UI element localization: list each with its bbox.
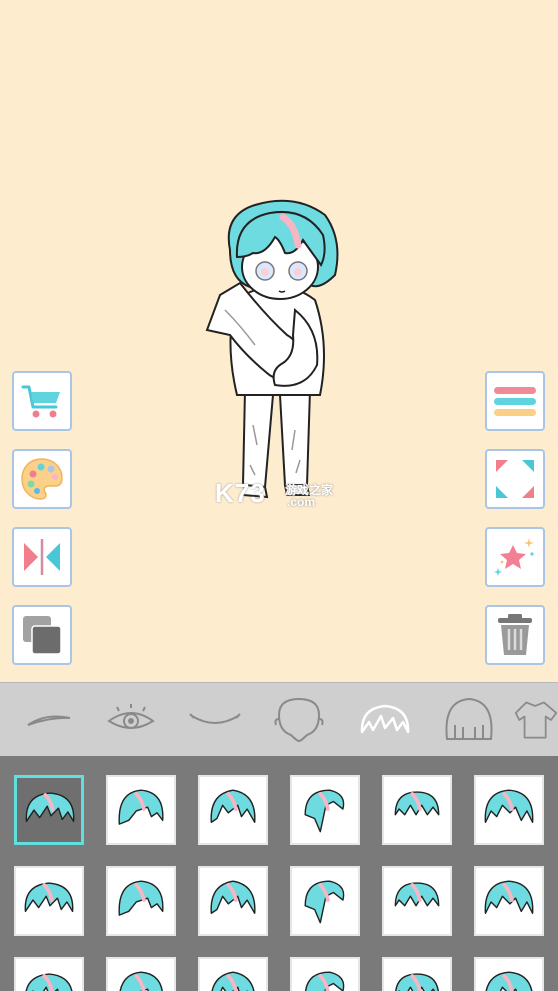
hair-style-icon — [25, 973, 73, 991]
hair-style-icon — [119, 971, 163, 991]
watermark-domain: .com — [287, 495, 316, 509]
hair-style-item[interactable] — [14, 866, 84, 936]
hair-style-item[interactable] — [290, 957, 360, 991]
layer-button[interactable] — [12, 605, 72, 665]
watermark-logo: K73 — [215, 478, 266, 508]
tab-face[interactable] — [260, 683, 338, 757]
hair-style-item[interactable] — [474, 866, 544, 936]
expand-icon — [496, 460, 534, 498]
hair-style-icon — [485, 971, 533, 991]
delete-button[interactable] — [485, 605, 545, 665]
hair-style-icon — [24, 882, 74, 913]
hair-style-item[interactable] — [290, 775, 360, 845]
tab-eyebrows[interactable] — [10, 683, 88, 757]
hair-style-item[interactable] — [14, 957, 84, 991]
hair-style-icon — [304, 971, 345, 991]
hair-style-item[interactable] — [382, 957, 452, 991]
hair-style-icon — [484, 880, 534, 914]
hair-style-item[interactable] — [106, 775, 176, 845]
color-palette-button[interactable] — [12, 449, 72, 509]
hair-style-item[interactable] — [198, 775, 268, 845]
hair-style-item[interactable] — [106, 957, 176, 991]
hair-style-icon — [304, 789, 345, 833]
character-figure — [205, 199, 339, 499]
front-hair-icon — [360, 704, 410, 734]
hair-style-icon — [394, 791, 440, 816]
fullscreen-button[interactable] — [485, 449, 545, 509]
hair-style-item[interactable] — [474, 775, 544, 845]
back-hair-icon — [445, 697, 493, 740]
character-stage: K73 游戏之家 .com — [0, 0, 558, 682]
hair-style-icon — [211, 971, 255, 991]
hair-style-icon — [25, 792, 75, 823]
hair-style-item[interactable] — [198, 957, 268, 991]
item-grid-panel — [0, 756, 558, 991]
mouth-icon — [189, 713, 241, 724]
hair-style-item[interactable] — [198, 866, 268, 936]
effects-button[interactable] — [485, 527, 545, 587]
trash-icon — [498, 614, 532, 655]
hair-style-icon — [118, 789, 164, 825]
hair-style-item[interactable] — [14, 775, 84, 845]
shop-button[interactable] — [12, 371, 72, 431]
hair-style-item[interactable] — [382, 866, 452, 936]
flip-button[interactable] — [12, 527, 72, 587]
hair-style-icon — [394, 882, 440, 907]
layers-icon — [23, 616, 62, 655]
eye-icon — [107, 704, 155, 729]
face-outline-icon — [274, 697, 324, 743]
hair-style-item[interactable] — [474, 957, 544, 991]
shirt-icon — [514, 701, 558, 739]
sparkle-star-icon — [494, 538, 534, 576]
category-tab-bar — [0, 682, 558, 757]
tab-back-hair[interactable] — [430, 683, 508, 757]
mirror-flip-icon — [24, 539, 60, 575]
watermark: K73 游戏之家 .com — [215, 478, 333, 509]
hair-style-icon — [484, 789, 534, 823]
hair-style-item[interactable] — [290, 866, 360, 936]
tab-clothes[interactable] — [514, 683, 558, 757]
eyebrow-icon — [27, 715, 71, 726]
menu-icon — [494, 387, 536, 416]
hair-style-icon — [304, 880, 345, 924]
cart-icon — [21, 385, 60, 418]
hair-style-item[interactable] — [382, 775, 452, 845]
palette-icon — [21, 458, 63, 500]
hair-style-icon — [210, 880, 256, 914]
hair-style-item[interactable] — [106, 866, 176, 936]
hair-style-icon — [118, 880, 164, 916]
menu-button[interactable] — [485, 371, 545, 431]
tab-front-hair[interactable] — [346, 683, 424, 757]
hair-style-icon — [210, 789, 256, 823]
tab-eyes[interactable] — [92, 683, 170, 757]
tab-mouth[interactable] — [176, 683, 254, 757]
hair-style-icon — [395, 973, 439, 991]
